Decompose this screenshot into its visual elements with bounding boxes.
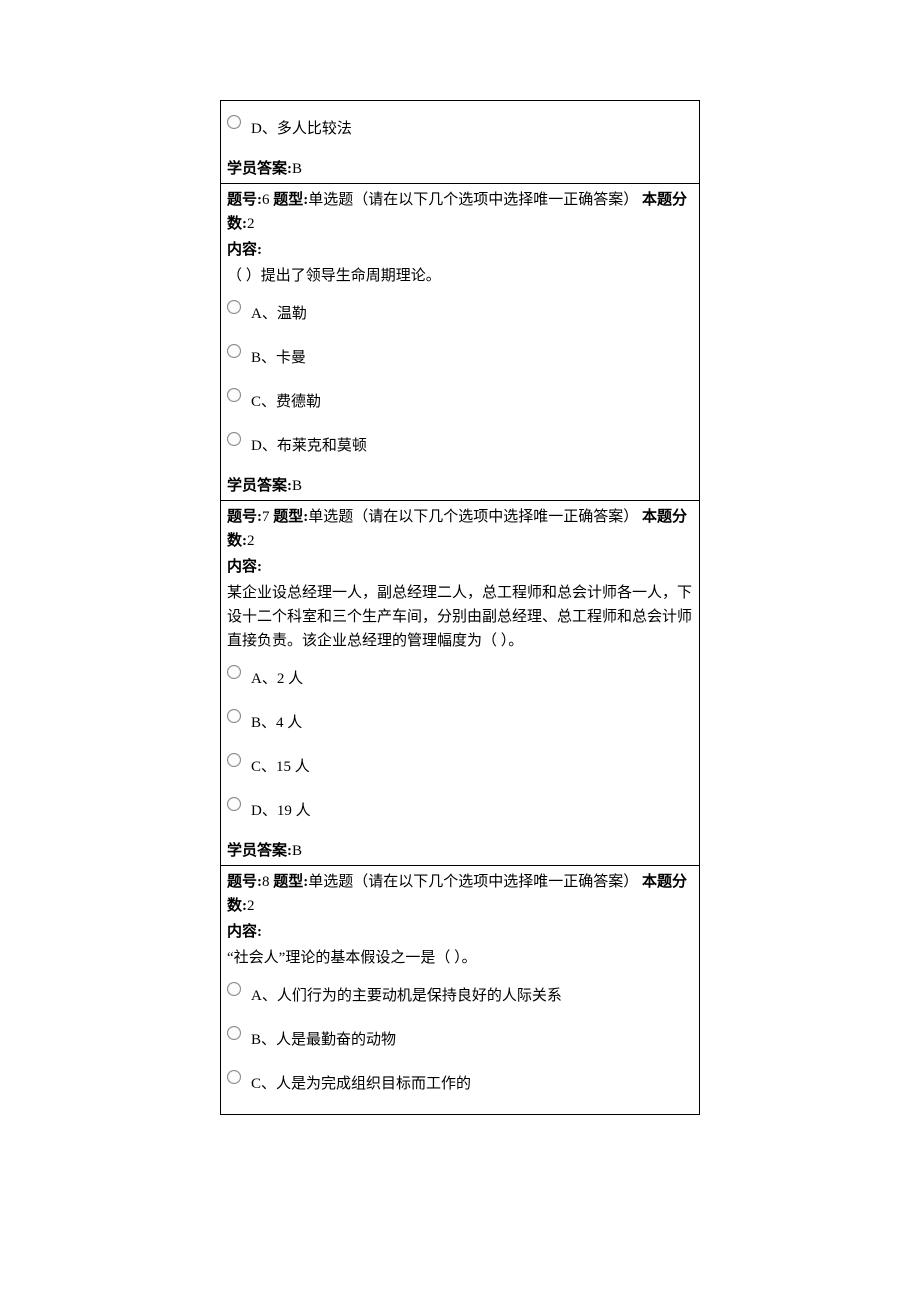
type-label: 题型: — [273, 874, 308, 890]
answer-value: B — [292, 161, 302, 177]
radio-icon — [227, 709, 241, 723]
student-answer: 学员答案:B — [227, 474, 693, 498]
question-number: 8 — [262, 874, 270, 890]
type-label: 题型: — [273, 192, 308, 208]
option-a-label: A、温勒 — [251, 298, 307, 326]
option-a-label: A、人们行为的主要动机是保持良好的人际关系 — [251, 980, 562, 1008]
score-value: 2 — [247, 533, 255, 549]
radio-icon — [227, 665, 241, 679]
option-d-label: D、布莱克和莫顿 — [251, 430, 367, 458]
answer-label: 学员答案: — [227, 478, 292, 494]
num-label: 题号: — [227, 874, 262, 890]
question-box-8: 题号:8 题型:单选题（请在以下几个选项中选择唯一正确答案） 本题分数:2 内容… — [220, 866, 700, 1115]
question-content: （ ）提出了领导生命周期理论。 — [227, 264, 693, 288]
radio-icon — [227, 432, 241, 446]
radio-icon — [227, 344, 241, 358]
option-d-label: D、19 人 — [251, 795, 311, 823]
content-label: 内容: — [227, 242, 262, 258]
option-b-label: B、4 人 — [251, 707, 302, 735]
question-number: 7 — [262, 509, 270, 525]
option-c-label: C、费德勒 — [251, 386, 321, 414]
option-c[interactable]: C、费德勒 — [227, 386, 693, 414]
option-c-label: C、人是为完成组织目标而工作的 — [251, 1068, 471, 1096]
option-a-label: A、2 人 — [251, 663, 303, 691]
radio-icon — [227, 115, 241, 129]
answer-value: B — [292, 843, 302, 859]
option-d[interactable]: D、布莱克和莫顿 — [227, 430, 693, 458]
type-text: 单选题（请在以下几个选项中选择唯一正确答案） — [308, 509, 638, 525]
type-label: 题型: — [273, 509, 308, 525]
student-answer: 学员答案:B — [227, 157, 693, 181]
option-c-label: C、15 人 — [251, 751, 310, 779]
option-c[interactable]: C、15 人 — [227, 751, 693, 779]
question-content: “社会人”理论的基本假设之一是（ ）。 — [227, 946, 693, 970]
answer-label: 学员答案: — [227, 843, 292, 859]
option-a[interactable]: A、人们行为的主要动机是保持良好的人际关系 — [227, 980, 693, 1008]
answer-value: B — [292, 478, 302, 494]
radio-icon — [227, 300, 241, 314]
type-text: 单选题（请在以下几个选项中选择唯一正确答案） — [308, 874, 638, 890]
option-c[interactable]: C、人是为完成组织目标而工作的 — [227, 1068, 693, 1096]
radio-icon — [227, 982, 241, 996]
radio-icon — [227, 388, 241, 402]
option-d[interactable]: D、多人比较法 — [227, 113, 693, 141]
radio-icon — [227, 1026, 241, 1040]
option-b[interactable]: B、人是最勤奋的动物 — [227, 1024, 693, 1052]
option-a[interactable]: A、温勒 — [227, 298, 693, 326]
type-text: 单选题（请在以下几个选项中选择唯一正确答案） — [308, 192, 638, 208]
score-value: 2 — [247, 898, 255, 914]
radio-icon — [227, 753, 241, 767]
content-label: 内容: — [227, 924, 262, 940]
student-answer: 学员答案:B — [227, 839, 693, 863]
question-header: 题号:6 题型:单选题（请在以下几个选项中选择唯一正确答案） 本题分数:2 — [227, 188, 693, 236]
question-box-prev: D、多人比较法 学员答案:B — [220, 100, 700, 184]
question-header: 题号:8 题型:单选题（请在以下几个选项中选择唯一正确答案） 本题分数:2 — [227, 870, 693, 918]
option-b[interactable]: B、卡曼 — [227, 342, 693, 370]
num-label: 题号: — [227, 509, 262, 525]
question-box-6: 题号:6 题型:单选题（请在以下几个选项中选择唯一正确答案） 本题分数:2 内容… — [220, 184, 700, 501]
option-d-label: D、多人比较法 — [251, 113, 352, 141]
content-label: 内容: — [227, 559, 262, 575]
question-content: 某企业设总经理一人，副总经理二人，总工程师和总会计师各一人，下设十二个科室和三个… — [227, 581, 693, 653]
radio-icon — [227, 1070, 241, 1084]
option-b[interactable]: B、4 人 — [227, 707, 693, 735]
option-b-label: B、人是最勤奋的动物 — [251, 1024, 396, 1052]
answer-label: 学员答案: — [227, 161, 292, 177]
score-value: 2 — [247, 216, 255, 232]
option-d[interactable]: D、19 人 — [227, 795, 693, 823]
question-header: 题号:7 题型:单选题（请在以下几个选项中选择唯一正确答案） 本题分数:2 — [227, 505, 693, 553]
radio-icon — [227, 797, 241, 811]
num-label: 题号: — [227, 192, 262, 208]
question-number: 6 — [262, 192, 270, 208]
option-b-label: B、卡曼 — [251, 342, 306, 370]
option-a[interactable]: A、2 人 — [227, 663, 693, 691]
question-box-7: 题号:7 题型:单选题（请在以下几个选项中选择唯一正确答案） 本题分数:2 内容… — [220, 501, 700, 866]
